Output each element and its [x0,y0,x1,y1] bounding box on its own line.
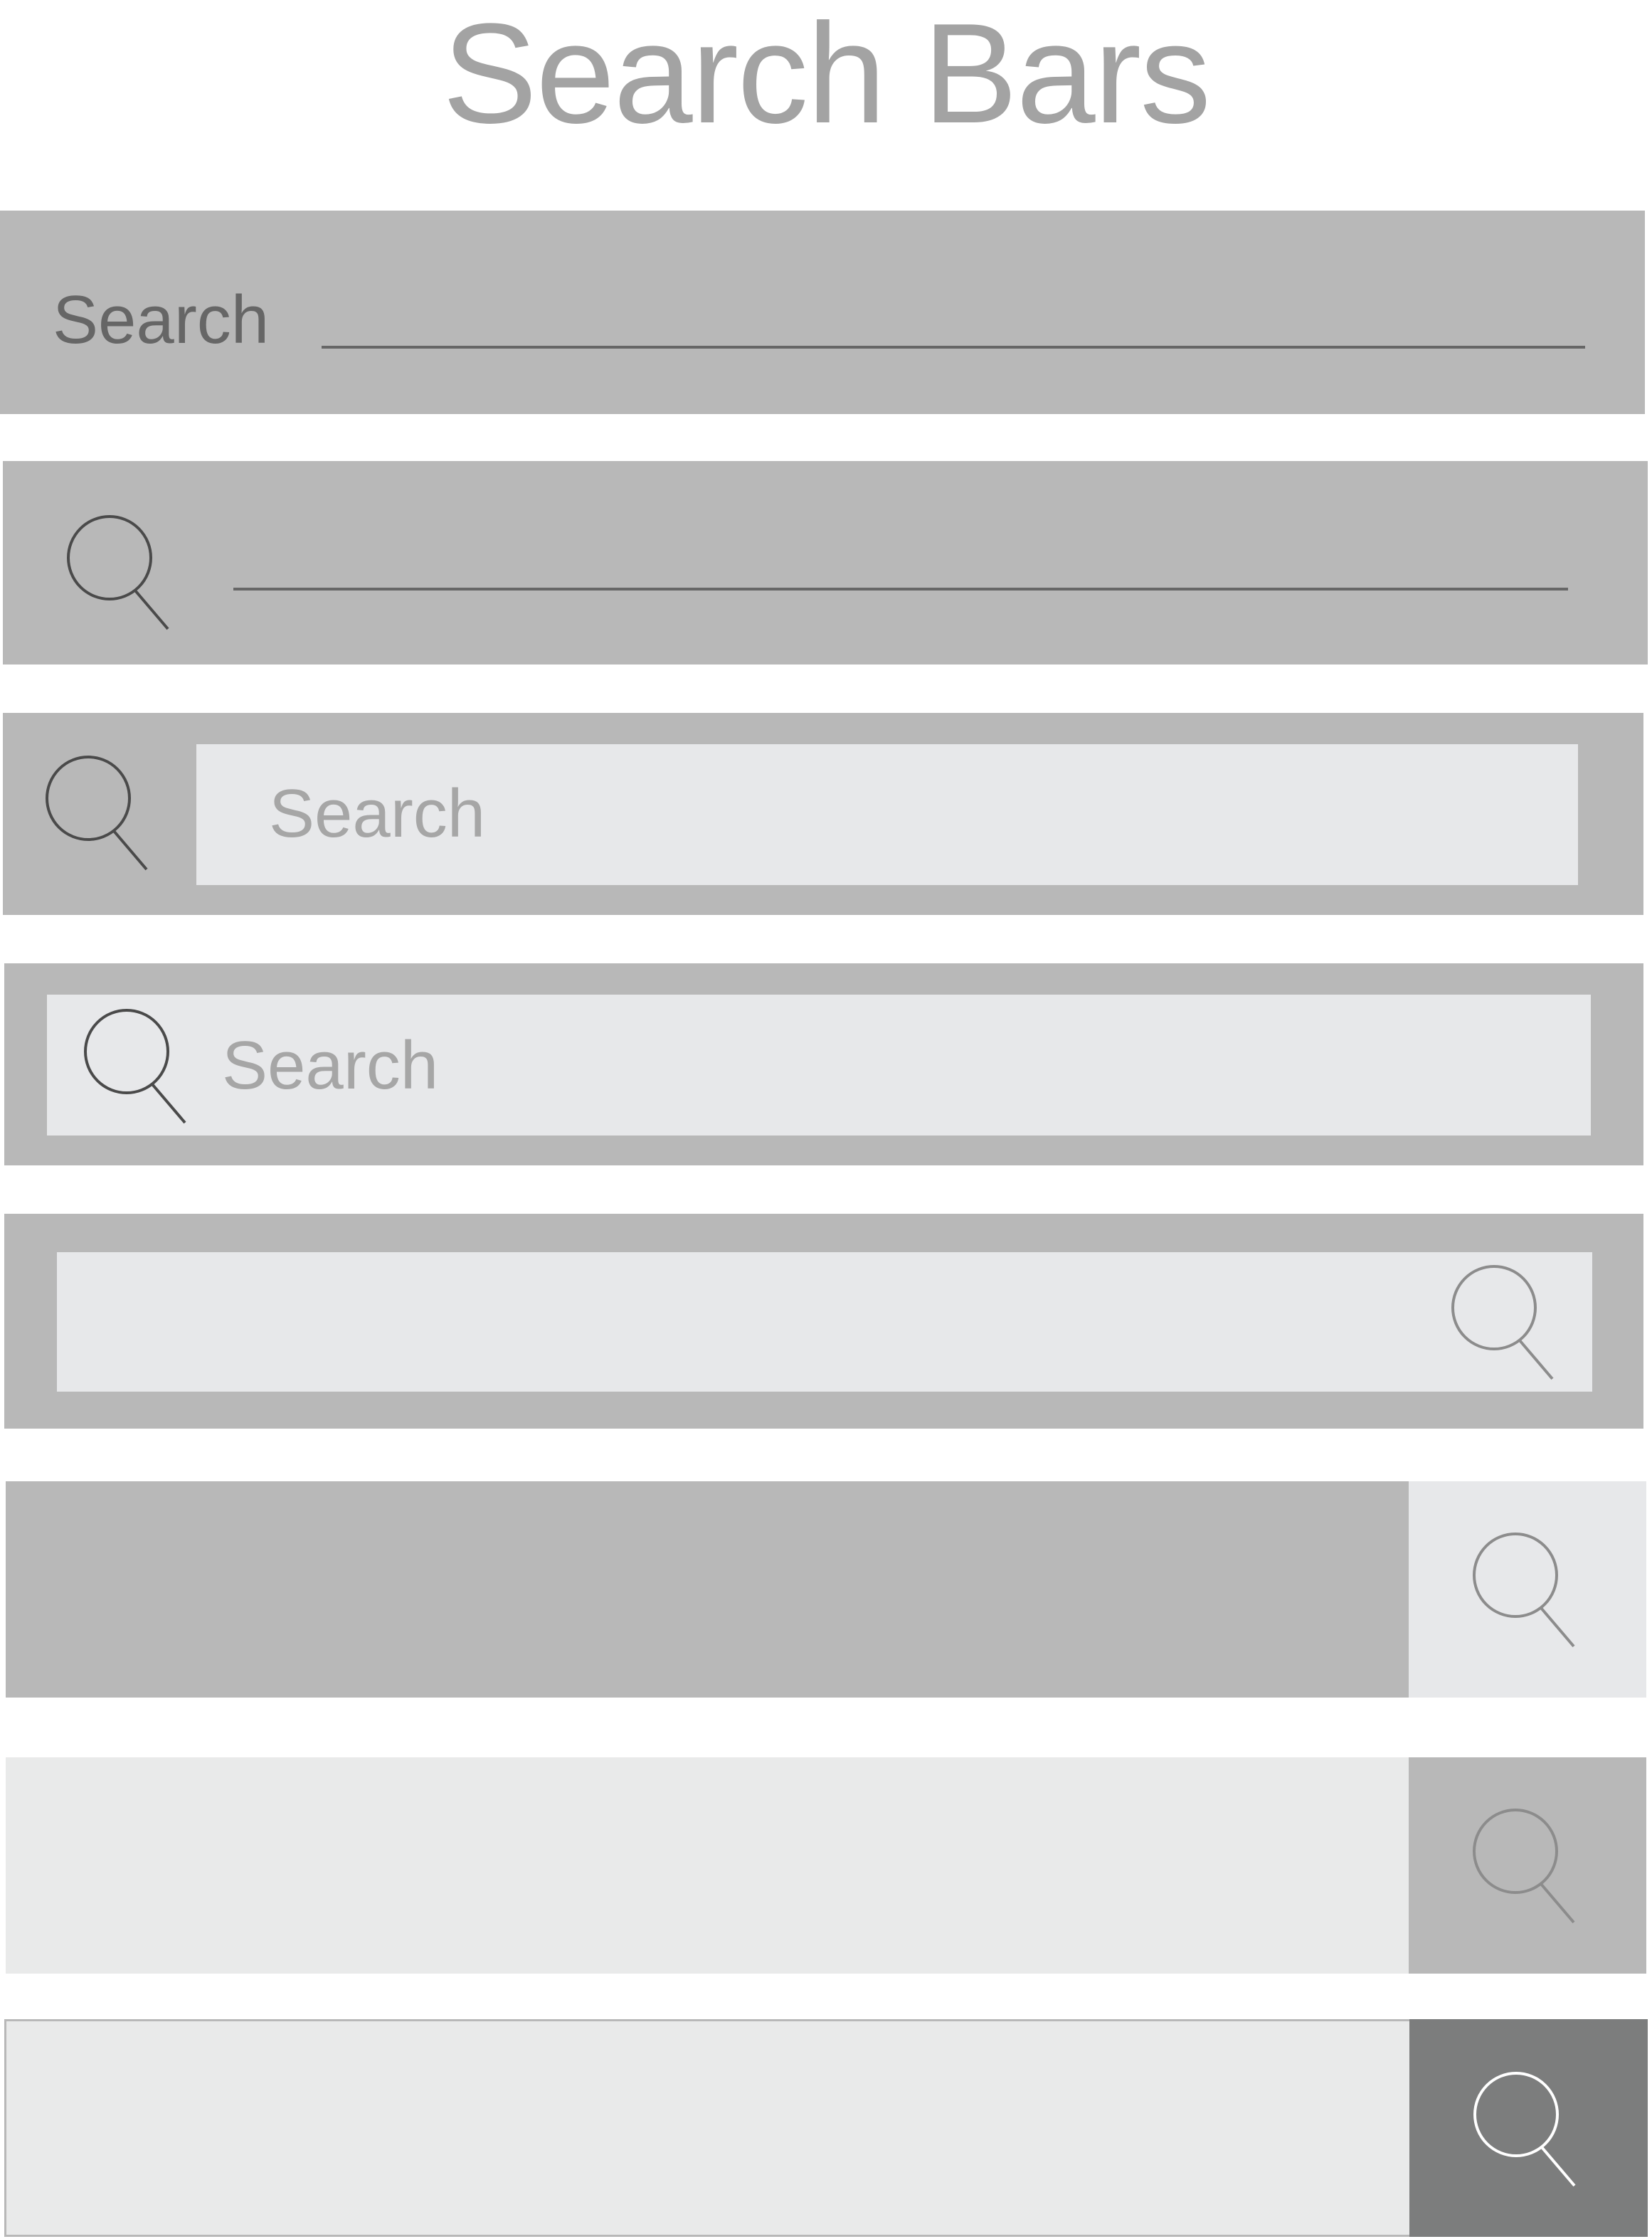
page-title: Search Bars [442,0,1212,153]
search-label: Search [53,282,270,358]
search-placeholder: Search [269,776,486,852]
search-bar-light-field-mid-button [6,1757,1646,1974]
search-icon [1473,1533,1581,1648]
search-bar-label-underline: Search [0,211,1645,414]
search-icon [1473,1809,1581,1924]
search-input[interactable]: Search [196,744,1578,885]
search-input[interactable] [57,1252,1592,1392]
search-icon[interactable] [1451,1265,1560,1380]
search-input[interactable] [6,1481,1409,1698]
search-underline-input[interactable] [233,588,1568,591]
search-underline-input[interactable] [322,346,1585,349]
search-input[interactable] [6,1757,1409,1974]
search-button[interactable] [1409,2019,1648,2237]
search-placeholder: Search [222,1027,439,1103]
search-bar-icon-right-inside-field [4,1214,1643,1429]
search-input[interactable] [6,2021,1409,2235]
search-button[interactable] [1409,1757,1646,1974]
search-bar-icon-outside-field: Search [3,713,1643,915]
search-button[interactable] [1409,1481,1646,1698]
search-icon[interactable] [46,756,154,871]
search-icon [1473,2072,1582,2187]
search-input[interactable]: Search [47,995,1591,1136]
search-icon [84,1009,192,1124]
search-bar-icon-inside-field: Search [4,963,1643,1165]
search-bar-dark-field-light-button [6,1481,1646,1698]
search-bar-icon-underline [3,461,1648,665]
search-icon[interactable] [67,515,175,630]
search-bar-light-field-dark-button [4,2019,1648,2237]
